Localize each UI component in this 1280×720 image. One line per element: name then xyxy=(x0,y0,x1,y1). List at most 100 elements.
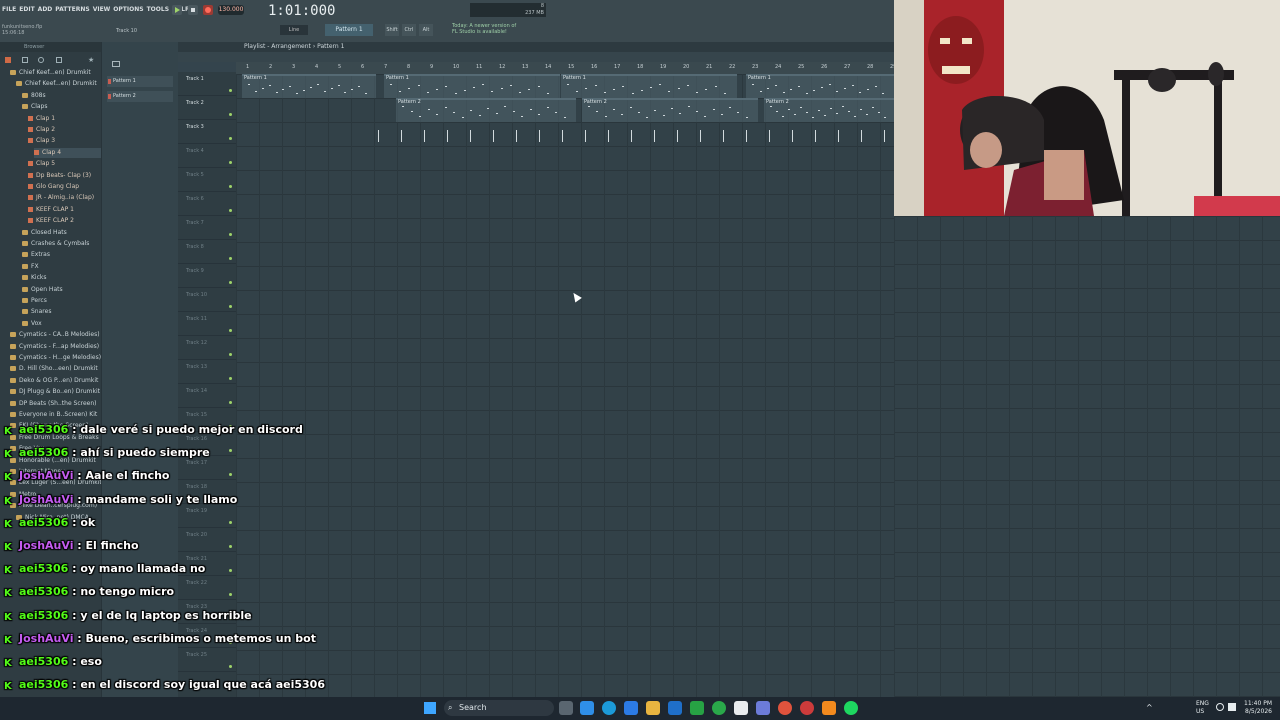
track-header[interactable]: Track 12 xyxy=(178,336,236,360)
track-mute-led[interactable] xyxy=(229,209,232,212)
audio-hit-marker[interactable] xyxy=(631,130,632,142)
picker-pattern-1[interactable]: Pattern 1 xyxy=(107,76,173,87)
audio-hit-marker[interactable] xyxy=(539,130,540,142)
audio-hit-marker[interactable] xyxy=(884,130,885,142)
audio-hit-marker[interactable] xyxy=(516,130,517,142)
track-mute-led[interactable] xyxy=(229,257,232,260)
stop-button[interactable] xyxy=(188,5,198,15)
shift-modifier-button[interactable]: Shift xyxy=(385,24,399,36)
audio-hit-marker[interactable] xyxy=(585,130,586,142)
track-mute-led[interactable] xyxy=(229,89,232,92)
track-header[interactable]: Track 4 xyxy=(178,144,236,168)
track-mute-led[interactable] xyxy=(229,329,232,332)
pattern-clip[interactable]: Pattern 1 xyxy=(561,74,737,98)
menu-add[interactable]: ADD xyxy=(38,6,53,16)
edge-icon[interactable] xyxy=(602,701,616,715)
store-icon[interactable] xyxy=(624,701,638,715)
track-mute-led[interactable] xyxy=(229,113,232,116)
task-view-icon[interactable] xyxy=(559,701,573,715)
browser-item[interactable]: Closed Hats xyxy=(22,228,101,238)
audio-hit-marker[interactable] xyxy=(470,130,471,142)
track-header[interactable]: Track 9 xyxy=(178,264,236,288)
track-header[interactable]: Track 7 xyxy=(178,216,236,240)
menu-options[interactable]: OPTIONS xyxy=(113,6,143,16)
play-button[interactable] xyxy=(172,5,182,15)
pattern-clip[interactable]: Pattern 1 xyxy=(242,74,376,98)
browser-icon[interactable] xyxy=(778,701,792,715)
picker-icon[interactable] xyxy=(112,61,120,67)
star-icon[interactable]: ★ xyxy=(88,56,94,64)
browser-item[interactable]: Everyone in B..Screen) Kit xyxy=(10,410,101,420)
track-header[interactable]: Track 1 xyxy=(178,72,236,96)
record-button[interactable] xyxy=(203,5,213,15)
taskbar-search[interactable]: ⌕ Search xyxy=(444,700,554,716)
system-clock[interactable]: 11:40 PM 8/5/2026 xyxy=(1244,700,1272,716)
collapse-icon[interactable] xyxy=(22,57,28,63)
pattern-clip[interactable]: Pattern 2 xyxy=(396,98,576,122)
track-mute-led[interactable] xyxy=(229,281,232,284)
browser-item[interactable]: Cymatics - F...ap Melodies) xyxy=(10,342,101,352)
browser-item[interactable]: Vox xyxy=(22,319,101,329)
windows-start-icon[interactable] xyxy=(424,702,436,714)
browser-options-icon[interactable] xyxy=(5,57,11,63)
track-header[interactable]: Track 8 xyxy=(178,240,236,264)
browser-item[interactable]: Clap 4 xyxy=(34,147,101,158)
browser-item[interactable]: DP Beats (Sh..the Screen) xyxy=(10,399,101,409)
audio-hit-marker[interactable] xyxy=(677,130,678,142)
audio-hit-marker[interactable] xyxy=(746,130,747,142)
track-mute-led[interactable] xyxy=(229,377,232,380)
browser-item[interactable]: Crashes & Cymbals xyxy=(22,239,101,249)
menu-edit[interactable]: EDIT xyxy=(19,6,34,16)
pattern-selector[interactable]: Pattern 1 xyxy=(325,24,373,36)
picker-pattern-2[interactable]: Pattern 2 xyxy=(107,91,173,102)
browser-item[interactable]: Cymatics - H...ge Melodies) xyxy=(10,353,101,363)
audio-hit-marker[interactable] xyxy=(378,130,379,142)
menu-file[interactable]: FILE xyxy=(2,6,16,16)
browser-item[interactable]: Open Hats xyxy=(22,285,101,295)
audio-hit-marker[interactable] xyxy=(401,130,402,142)
minecraft-icon[interactable] xyxy=(690,701,704,715)
audio-hit-marker[interactable] xyxy=(447,130,448,142)
alt-modifier-button[interactable]: Alt xyxy=(419,24,433,36)
menu-view[interactable]: VIEW xyxy=(93,6,111,16)
browser-item[interactable]: Snares xyxy=(22,307,101,317)
track-header[interactable]: Track 2 xyxy=(178,96,236,120)
audio-hit-marker[interactable] xyxy=(815,130,816,142)
audio-hit-marker[interactable] xyxy=(654,130,655,142)
ctrl-modifier-button[interactable]: Ctrl xyxy=(402,24,416,36)
menu-patterns[interactable]: PATTERNS xyxy=(55,6,89,16)
tempo-display[interactable]: 130.000 xyxy=(218,5,244,15)
track-header[interactable]: Track 14 xyxy=(178,384,236,408)
track-header[interactable]: Track 13 xyxy=(178,360,236,384)
browser-item[interactable]: Chief Keef...en) Drumkit xyxy=(10,68,101,78)
fl-studio-icon[interactable] xyxy=(822,701,836,715)
audio-hit-marker[interactable] xyxy=(838,130,839,142)
track-mute-led[interactable] xyxy=(229,401,232,404)
news-hint[interactable]: Today: A newer version of FL Studio is a… xyxy=(452,23,522,35)
browser-item[interactable]: JR - Almig..ia (Clap) xyxy=(28,193,101,203)
browser-item[interactable]: Percs xyxy=(22,296,101,306)
audio-hit-marker[interactable] xyxy=(769,130,770,142)
back-icon[interactable] xyxy=(38,57,44,63)
browser-item[interactable]: FX xyxy=(22,262,101,272)
pattern-clip[interactable]: Pattern 2 xyxy=(582,98,758,122)
pattern-clip[interactable]: Pattern 1 xyxy=(384,74,560,98)
mail-icon[interactable] xyxy=(668,701,682,715)
pattern-clip[interactable]: Pattern 1 xyxy=(746,74,894,98)
audio-hit-marker[interactable] xyxy=(424,130,425,142)
audio-hit-marker[interactable] xyxy=(700,130,701,142)
track-header[interactable]: Track 11 xyxy=(178,312,236,336)
audio-hit-marker[interactable] xyxy=(608,130,609,142)
browser-item[interactable]: Dp Beats- Clap (3) xyxy=(28,171,101,181)
forward-icon[interactable] xyxy=(56,57,62,63)
browser-item[interactable]: Clap 3 xyxy=(28,136,101,146)
playlist-grid-extension[interactable] xyxy=(894,216,1280,720)
browser-item[interactable]: KEEF CLAP 1 xyxy=(28,205,101,215)
track-mute-led[interactable] xyxy=(229,185,232,188)
track-mute-led[interactable] xyxy=(229,161,232,164)
browser-item[interactable]: Clap 5 xyxy=(28,159,101,169)
browser-item[interactable]: DJ Plugg & Bo..en) Drumkit xyxy=(10,387,101,397)
browser-item[interactable]: Glo Gang Clap xyxy=(28,182,101,192)
discord-icon[interactable] xyxy=(756,701,770,715)
track-mute-led[interactable] xyxy=(229,233,232,236)
